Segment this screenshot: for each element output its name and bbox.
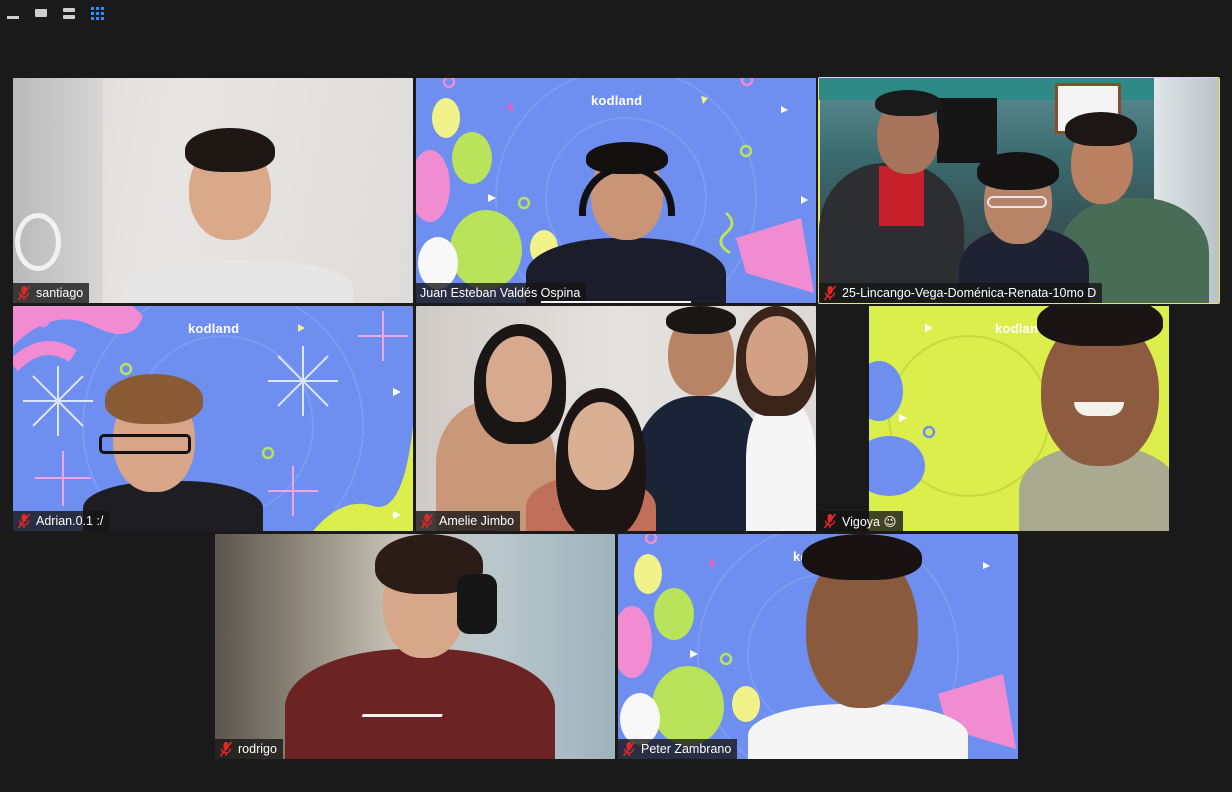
person-hair [1037, 306, 1163, 346]
video-tile-lincango[interactable]: 25-Lincango-Vega-Doménica-Renata-10mo D [818, 77, 1220, 304]
shirt-print [651, 446, 751, 476]
participant-name: Vigoya 😉 [842, 514, 897, 529]
video-tile-amelie[interactable]: Amelie Jimbo [416, 306, 816, 531]
video-tile-vigoya[interactable]: kodland Vigoya 😉 [819, 306, 1219, 531]
headphones [457, 574, 497, 634]
participant-name-tag: Juan Esteban Valdés Ospina [416, 283, 587, 303]
participant-name: Amelie Jimbo [439, 514, 515, 528]
girl-hair [977, 152, 1059, 190]
video-tile-rodrigo[interactable]: rodrigo [215, 534, 615, 759]
video-tile-santiago[interactable]: santiago [13, 78, 413, 303]
person-hair [802, 534, 922, 580]
speaker-view-button[interactable] [32, 4, 50, 22]
minimize-icon [7, 15, 19, 19]
participant-name-tag: rodrigo [215, 739, 283, 759]
girl-right-head [746, 316, 808, 396]
muted-mic-icon [17, 513, 31, 529]
person-hair [105, 374, 203, 424]
girl-glasses [987, 196, 1047, 208]
muted-mic-icon [823, 285, 837, 301]
muted-mic-icon [622, 741, 636, 757]
participant-name: 25-Lincango-Vega-Doménica-Renata-10mo D [842, 286, 1097, 300]
person-torso [123, 260, 353, 303]
video-tile-juan-esteban[interactable]: kodland Juan Esteban Valdés Ospina [416, 78, 816, 303]
ring-light [15, 213, 61, 271]
girl-right-torso [746, 396, 816, 531]
view-switcher [4, 4, 106, 22]
woman-hair [1065, 112, 1137, 146]
participant-name-tag: Adrian.0.1 :/ [13, 511, 110, 531]
participant-name: Peter Zambrano [641, 742, 732, 756]
stacked-view-button[interactable] [60, 4, 78, 22]
gallery-view-icon [90, 6, 104, 20]
gallery-view-button[interactable] [88, 4, 106, 22]
wall-shadow [13, 78, 103, 303]
muted-mic-icon [219, 741, 233, 757]
girl-center-head [568, 402, 634, 490]
video-progress-line [541, 301, 691, 303]
video-tile-peter[interactable]: kodland Peter Zambrano [618, 534, 1018, 759]
man-red-shirt [879, 166, 924, 226]
participant-name: rodrigo [238, 742, 277, 756]
wall-tv [937, 98, 997, 163]
video-feed: kodland [869, 306, 1169, 531]
person-torso [83, 481, 263, 531]
participant-name-tag: 25-Lincango-Vega-Doménica-Renata-10mo D [819, 283, 1103, 303]
person-torso [748, 704, 968, 759]
participant-name: Juan Esteban Valdés Ospina [420, 286, 581, 300]
participant-name-tag: Vigoya 😉 [819, 511, 903, 531]
stacked-view-icon [63, 7, 75, 19]
shirt-print [347, 714, 443, 757]
speaker-view-icon [35, 9, 47, 17]
mother-head [486, 336, 552, 422]
kodland-logo: kodland [188, 321, 240, 336]
video-tile-adrian[interactable]: kodland Adrian.0.1 :/ [13, 306, 413, 531]
kodland-logo: kodland [591, 93, 643, 108]
participant-name-tag: Amelie Jimbo [416, 511, 521, 531]
muted-mic-icon [17, 285, 31, 301]
participant-name-tag: santiago [13, 283, 90, 303]
participant-name: santiago [36, 286, 84, 300]
participant-name-tag: Peter Zambrano [618, 739, 738, 759]
participant-name: Adrian.0.1 :/ [36, 514, 104, 528]
man-hair [875, 90, 941, 116]
father-hair [666, 306, 736, 334]
person-smile [1074, 402, 1124, 416]
person-glasses [99, 434, 191, 454]
person-hair [185, 128, 275, 172]
muted-mic-icon [420, 513, 434, 529]
minimize-view-button[interactable] [4, 4, 22, 22]
muted-mic-icon [823, 513, 837, 529]
